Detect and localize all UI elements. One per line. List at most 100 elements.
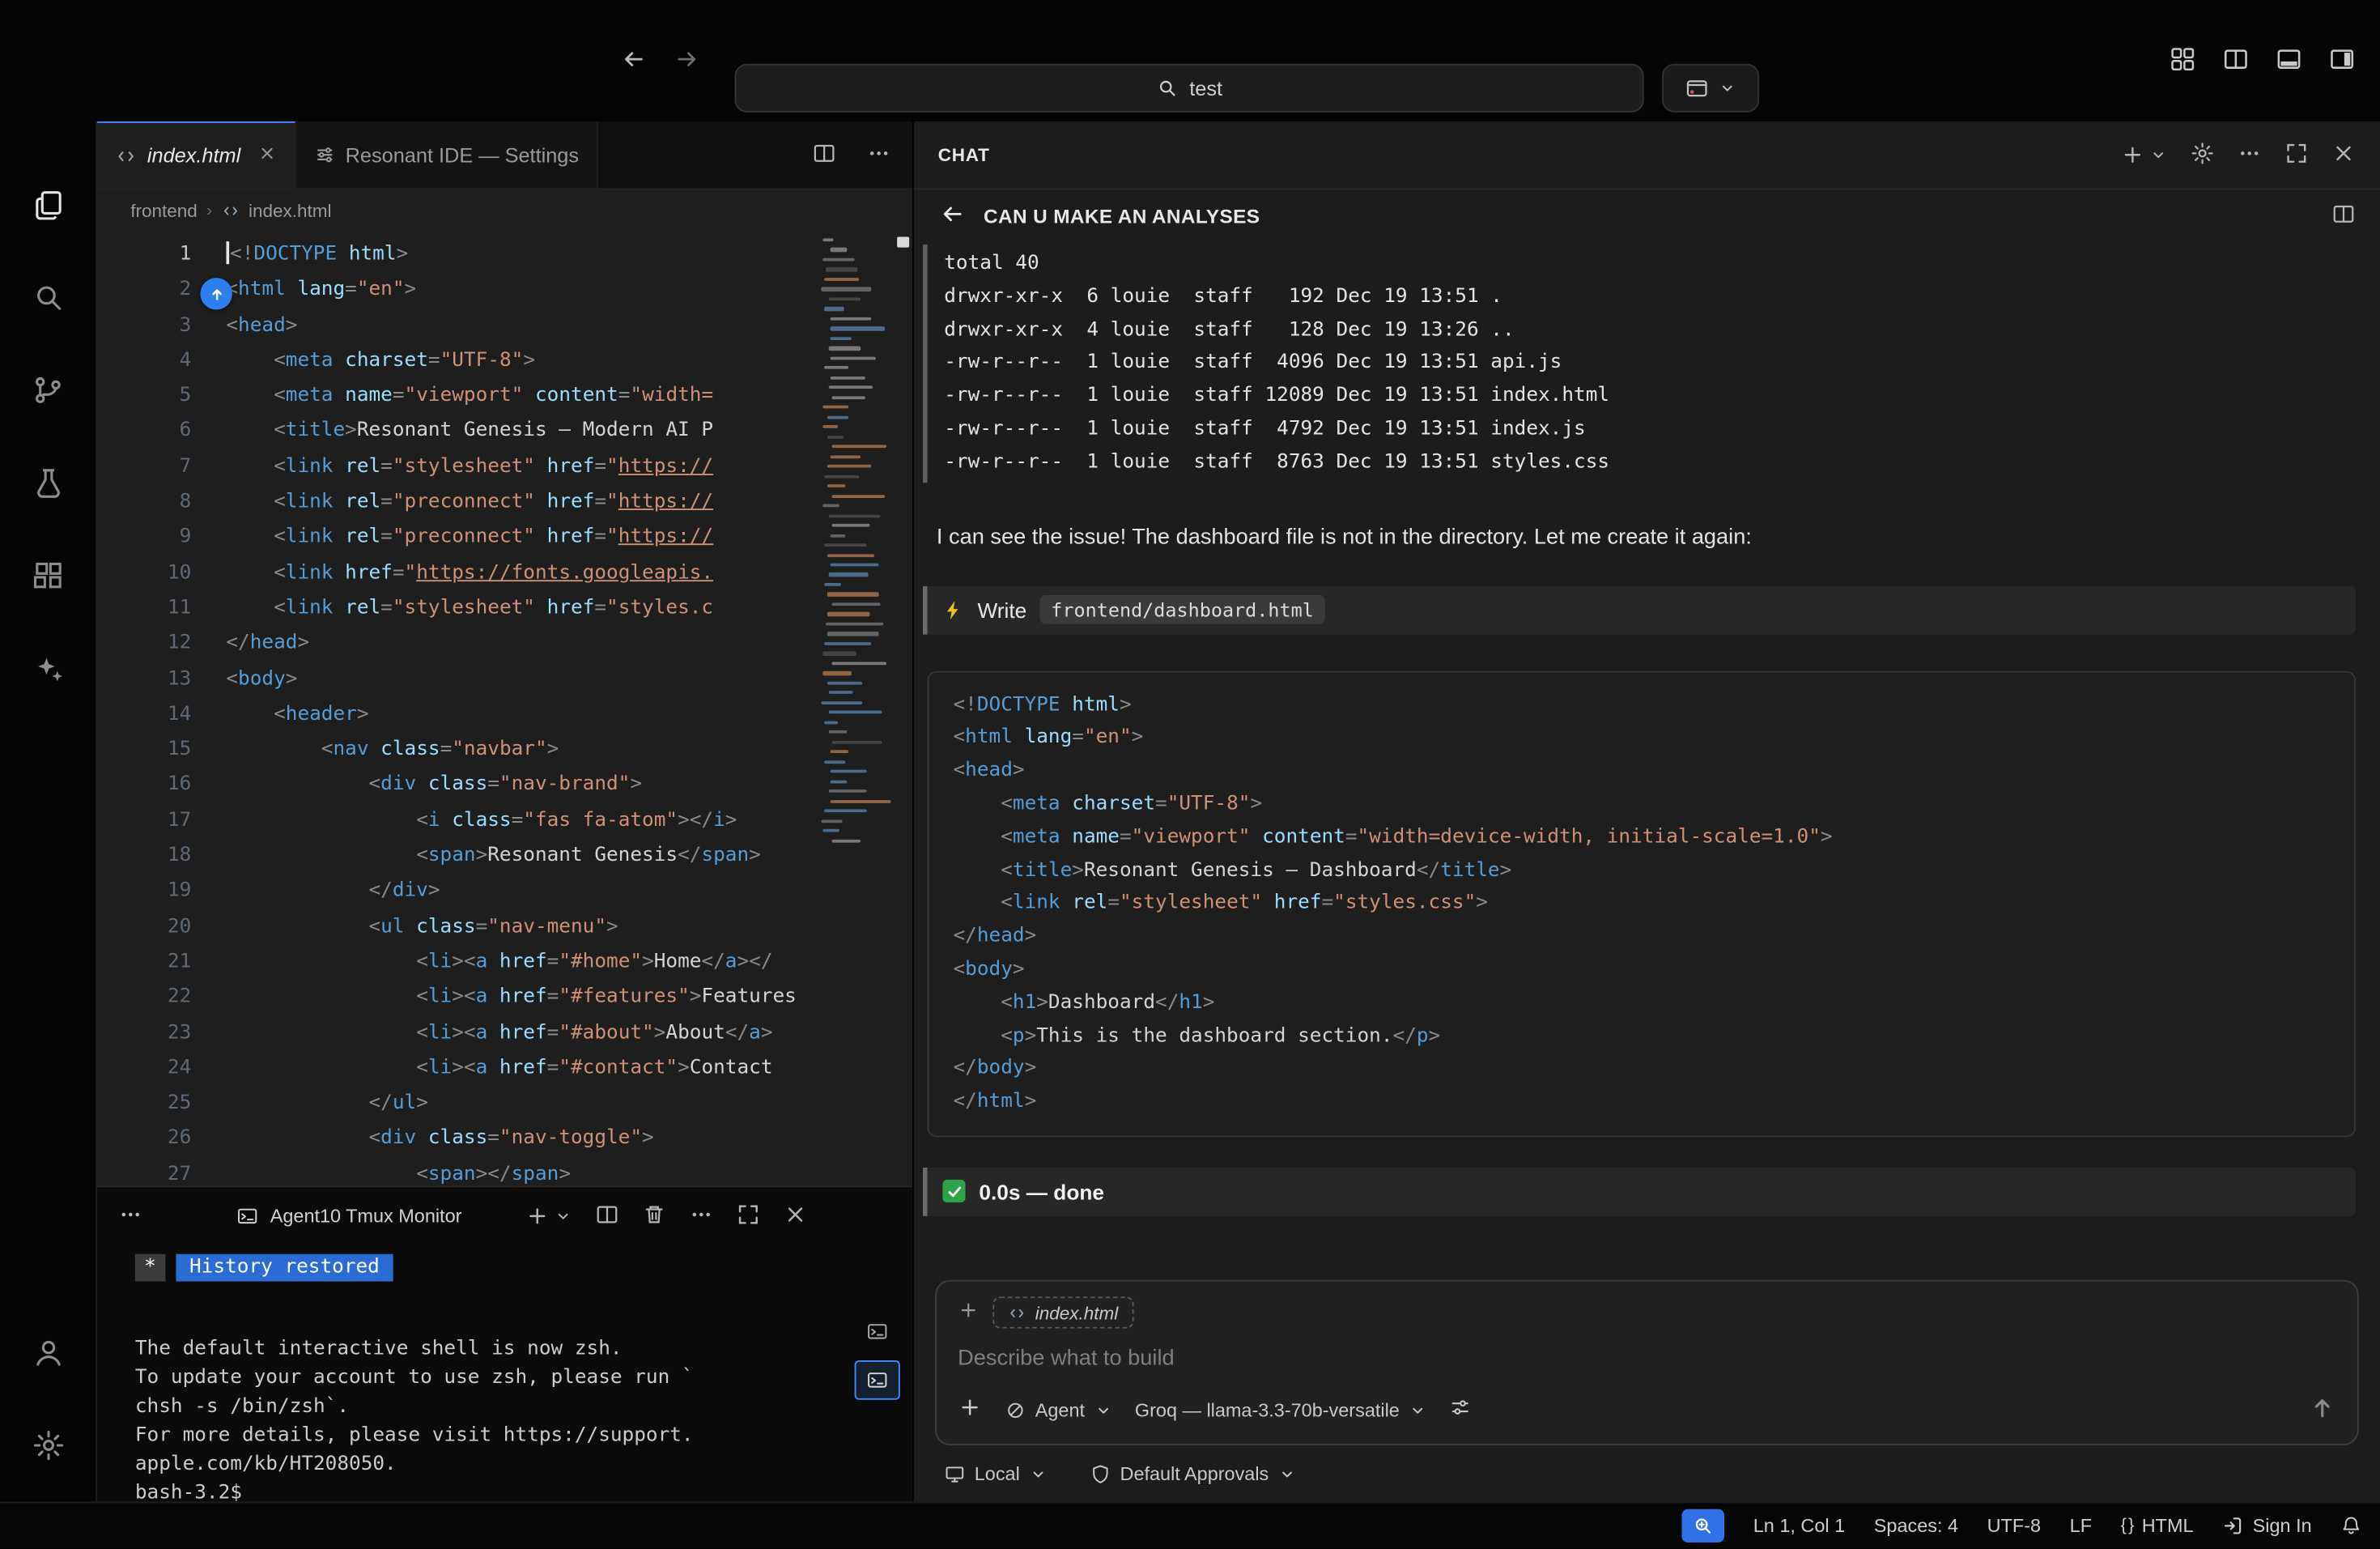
tool-status-text: 0.0s — done <box>979 1180 1104 1204</box>
test-beaker-icon[interactable] <box>0 436 96 528</box>
terminal-rail-item-selected[interactable] <box>855 1360 900 1400</box>
agent-mode-selector[interactable]: Agent <box>1005 1399 1112 1420</box>
lightning-icon <box>942 599 963 620</box>
toggle-split-editor-button[interactable] <box>2222 45 2250 76</box>
send-button[interactable] <box>2309 1394 2336 1425</box>
chat-code-lines: <!DOCTYPE html><html lang="en"><head> <m… <box>954 688 2331 1118</box>
editor-code-lines: 1<!DOCTYPE html>2<html lang="en">3<head>… <box>97 232 912 1186</box>
environment-selector[interactable]: Local <box>944 1464 1047 1485</box>
editor-group: index.html Resonant IDE — Settings front… <box>96 121 912 1503</box>
zoom-in-icon <box>1693 1515 1714 1536</box>
language-label: HTML <box>2142 1515 2194 1536</box>
tab-settings[interactable]: Resonant IDE — Settings <box>295 121 599 189</box>
thread-back-button[interactable] <box>938 200 966 232</box>
model-params-icon[interactable] <box>1450 1397 1471 1423</box>
tool-call-write[interactable]: Write frontend/dashboard.html <box>923 585 2356 634</box>
composer-input[interactable]: Describe what to build <box>958 1347 2336 1371</box>
restore-star: * <box>135 1254 165 1282</box>
chat-maximize-icon[interactable] <box>2284 140 2309 169</box>
gutter-action-badge[interactable] <box>201 278 232 309</box>
split-editor-icon[interactable] <box>812 140 836 169</box>
chat-close-icon[interactable] <box>2331 140 2356 169</box>
command-search-bar[interactable]: test <box>735 64 1644 113</box>
braces-icon: { } <box>2121 1517 2133 1535</box>
assistant-message: I can see the issue! The dashboard file … <box>937 521 2359 552</box>
indentation[interactable]: Spaces: 4 <box>1874 1515 1958 1536</box>
layout-grid-button[interactable] <box>2169 45 2196 76</box>
shield-icon <box>1090 1464 1111 1485</box>
environment-label: Local <box>975 1464 1020 1485</box>
history-forward-button[interactable] <box>674 45 702 76</box>
agent-icon <box>1005 1399 1026 1420</box>
chat-more-icon[interactable] <box>2238 140 2262 169</box>
chevron-down-icon <box>555 1207 573 1226</box>
context-chip-index-html[interactable]: index.html <box>992 1296 1133 1328</box>
terminal-tab[interactable]: Agent10 Tmux Monitor <box>237 1206 462 1227</box>
toggle-panel-button[interactable] <box>2276 45 2303 76</box>
tune-icon <box>313 144 334 165</box>
tab-label: Resonant IDE — Settings <box>346 143 579 166</box>
thread-columns-icon[interactable] <box>2331 201 2356 230</box>
terminal-rail-item[interactable] <box>855 1312 900 1351</box>
editor-scrollbar[interactable] <box>897 237 909 248</box>
add-context-button[interactable] <box>958 1300 979 1326</box>
ls-output: total 40 drwxr-xr-x 6 louie staff 192 De… <box>944 252 1609 473</box>
eol-sequence[interactable]: LF <box>2070 1515 2092 1536</box>
terminal-icon <box>237 1206 258 1227</box>
code-editor[interactable]: 1<!DOCTYPE html>2<html lang="en">3<head>… <box>97 232 912 1186</box>
approvals-selector[interactable]: Default Approvals <box>1090 1464 1296 1485</box>
notifications-bell-icon[interactable] <box>2340 1515 2361 1536</box>
approvals-label: Default Approvals <box>1120 1464 1269 1485</box>
activity-bar <box>0 121 96 1503</box>
attach-button[interactable] <box>958 1395 982 1424</box>
workbench: index.html Resonant IDE — Settings front… <box>0 121 2380 1503</box>
terminal-more-icon[interactable] <box>690 1202 714 1231</box>
settings-gear-icon[interactable] <box>0 1398 96 1491</box>
chevron-down-icon <box>1278 1465 1297 1483</box>
chat-messages[interactable]: total 40 drwxr-xr-x 6 louie staff 192 De… <box>914 241 2380 1270</box>
tab-close-icon[interactable] <box>257 144 276 167</box>
check-icon <box>942 1181 965 1203</box>
chat-footer: Local Default Approvals <box>914 1445 2380 1503</box>
chevron-down-icon <box>2149 146 2168 164</box>
breadcrumb-folder[interactable]: frontend <box>130 201 198 222</box>
close-panel-icon[interactable] <box>784 1202 808 1231</box>
breadcrumb[interactable]: frontend › index.html <box>97 189 912 232</box>
explorer-icon[interactable] <box>0 158 96 250</box>
toggle-secondary-sidebar-button[interactable] <box>2328 45 2356 76</box>
source-control-icon[interactable] <box>0 343 96 436</box>
tab-index-html[interactable]: index.html <box>97 121 295 189</box>
breadcrumb-file[interactable]: index.html <box>249 201 332 222</box>
encoding[interactable]: UTF-8 <box>1987 1515 2041 1536</box>
model-selector[interactable]: Groq — llama-3.3-70b-versatile <box>1135 1399 1427 1420</box>
split-terminal-icon[interactable] <box>595 1202 619 1231</box>
zoom-button[interactable] <box>1682 1509 1725 1543</box>
search-sidebar-icon[interactable] <box>0 250 96 343</box>
minimap[interactable] <box>821 238 892 842</box>
maximize-panel-icon[interactable] <box>737 1202 761 1231</box>
search-icon <box>1156 78 1177 99</box>
chat-composer[interactable]: index.html Describe what to build Agent … <box>935 1280 2359 1445</box>
browser-preview-button[interactable] <box>1662 64 1759 113</box>
terminal-text: The default interactive shell is now zsh… <box>135 1306 912 1504</box>
kill-terminal-icon[interactable] <box>643 1202 667 1231</box>
chat-settings-gear-icon[interactable] <box>2191 140 2215 169</box>
account-icon[interactable] <box>0 1306 96 1398</box>
terminal-tabs-rail <box>855 1312 900 1400</box>
extensions-icon[interactable] <box>0 529 96 621</box>
chat-panel-title: CHAT <box>938 144 990 165</box>
editor-more-actions-icon[interactable] <box>867 140 891 169</box>
code-file-icon <box>221 202 240 220</box>
sign-in-button[interactable]: Sign In <box>2222 1515 2311 1536</box>
search-value: test <box>1189 77 1222 100</box>
history-restored-line: * History restored <box>135 1251 912 1284</box>
terminal-body[interactable]: * History restored The default interacti… <box>97 1245 912 1504</box>
thread-title: CAN U MAKE AN ANALYSES <box>984 204 1260 227</box>
panel-more-icon[interactable] <box>118 1202 142 1231</box>
new-terminal-button[interactable] <box>525 1204 572 1228</box>
language-mode[interactable]: { } HTML <box>2121 1515 2194 1536</box>
history-back-button[interactable] <box>619 45 647 76</box>
new-chat-button[interactable] <box>2120 143 2167 167</box>
ai-sparkle-icon[interactable] <box>0 621 96 713</box>
cursor-position[interactable]: Ln 1, Col 1 <box>1753 1515 1845 1536</box>
